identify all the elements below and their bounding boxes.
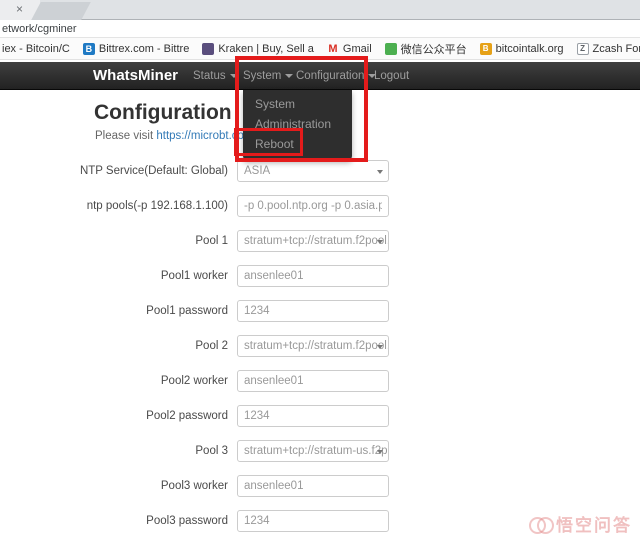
nav-item-status[interactable]: Status [193,62,238,90]
form-row: Pool 3 stratum+tcp://stratum-us.f2pool.c [0,440,640,462]
nav-item-configuration[interactable]: Configuration [296,62,376,90]
browser-tab-background[interactable] [31,2,91,20]
select-value: stratum+tcp://stratum.f2pool.com [244,235,389,247]
bookmark-item[interactable]: iex - Bitcoin/C [2,43,70,55]
watermark-logo-icon [529,517,551,531]
form-row: Pool3 worker [0,475,640,497]
field-label: Pool1 worker [40,265,228,287]
nav-label: System [243,70,281,82]
caret-down-icon [285,74,293,78]
page-title: Configuration [94,101,232,125]
select-caret-icon [377,240,383,244]
select-value: stratum+tcp://stratum.f2pool.com [244,340,389,352]
form-row: Pool2 password [0,405,640,427]
bookmark-item[interactable]: M Gmail [327,43,372,55]
bookmark-label: Bittrex.com - Bittre [99,43,189,55]
watermark: 悟空问答 [529,511,632,536]
zcash-icon: Z [577,43,589,55]
ntp-service-select[interactable]: ASIA [237,160,389,182]
address-bar[interactable]: etwork/cgminer [0,21,640,38]
bookmark-label: Zcash Forum [593,43,640,55]
pool2-select[interactable]: stratum+tcp://stratum.f2pool.com [237,335,389,357]
bookmark-item[interactable]: B Bittrex.com - Bittre [83,43,189,55]
form-row: Pool1 worker [0,265,640,287]
menu-item-reboot[interactable]: Reboot [243,134,352,154]
pool1-password-input[interactable] [237,300,389,322]
system-dropdown-menu: System Administration Reboot [243,90,352,160]
bookmark-label: bitcointalk.org [496,43,564,55]
url-text[interactable]: etwork/cgminer [2,23,77,35]
bookmark-label: 微信公众平台 [401,41,467,57]
pool2-worker-input[interactable] [237,370,389,392]
bookmark-item[interactable]: B bitcointalk.org [480,43,564,55]
nav-label: Configuration [296,70,364,82]
field-label: Pool1 password [40,300,228,322]
select-caret-icon [377,450,383,454]
field-label: Pool2 worker [40,370,228,392]
bookmarks-bar: iex - Bitcoin/C B Bittrex.com - Bittre K… [0,38,640,60]
pool1-select[interactable]: stratum+tcp://stratum.f2pool.com [237,230,389,252]
caret-down-icon [230,74,238,78]
nav-item-logout[interactable]: Logout [374,62,409,90]
pool3-select[interactable]: stratum+tcp://stratum-us.f2pool.c [237,440,389,462]
bookmark-label: iex - Bitcoin/C [2,43,70,55]
form-row: NTP Service(Default: Global) ASIA [0,160,640,182]
watermark-text: 悟空问答 [556,511,632,536]
menu-item-administration[interactable]: Administration [243,114,352,134]
pool3-password-input[interactable] [237,510,389,532]
select-value: stratum+tcp://stratum-us.f2pool.c [244,445,389,457]
wechat-icon [385,43,397,55]
field-label: Pool 2 [40,335,228,357]
bookmark-item[interactable]: 微信公众平台 [385,41,467,57]
field-label: NTP Service(Default: Global) [40,160,228,182]
brand-whatsminer[interactable]: WhatsMiner [93,62,178,90]
field-label: ntp pools(-p 192.168.1.100) [40,195,228,217]
ntp-pools-input[interactable] [237,195,389,217]
bitcoin-icon: B [480,43,492,55]
select-caret-icon [377,345,383,349]
form-row: ntp pools(-p 192.168.1.100) [0,195,640,217]
form-row: Pool1 password [0,300,640,322]
field-label: Pool3 password [40,510,228,532]
form-row: Pool 1 stratum+tcp://stratum.f2pool.com [0,230,640,252]
screen: × etwork/cgminer iex - Bitcoin/C B Bittr… [0,0,640,544]
form-row: Pool2 worker [0,370,640,392]
bookmark-label: Kraken | Buy, Sell a [218,43,314,55]
nav-item-system[interactable]: System [243,62,293,90]
pool3-worker-input[interactable] [237,475,389,497]
gmail-icon: M [327,43,339,55]
nav-label: Logout [374,70,409,82]
menu-item-system[interactable]: System [243,94,352,114]
field-label: Pool3 worker [40,475,228,497]
select-caret-icon [377,170,383,174]
tab-close-icon[interactable]: × [16,2,23,16]
app-navbar: WhatsMiner Status System Configuration L… [0,62,640,90]
bookmark-item[interactable]: Kraken | Buy, Sell a [202,43,314,55]
bittrex-icon: B [83,43,95,55]
pool1-worker-input[interactable] [237,265,389,287]
browser-tab-strip: × [0,0,640,20]
form-row: Pool 2 stratum+tcp://stratum.f2pool.com [0,335,640,357]
page-subtitle: Please visit https://microbt.com.u [95,130,263,142]
bookmark-label: Gmail [343,43,372,55]
nav-label: Status [193,70,226,82]
field-label: Pool2 password [40,405,228,427]
bookmark-item[interactable]: Z Zcash Forum [577,43,640,55]
field-label: Pool 1 [40,230,228,252]
field-label: Pool 3 [40,440,228,462]
select-value: ASIA [244,165,270,177]
pool2-password-input[interactable] [237,405,389,427]
kraken-icon [202,43,214,55]
subtitle-text: Please visit [95,130,156,142]
